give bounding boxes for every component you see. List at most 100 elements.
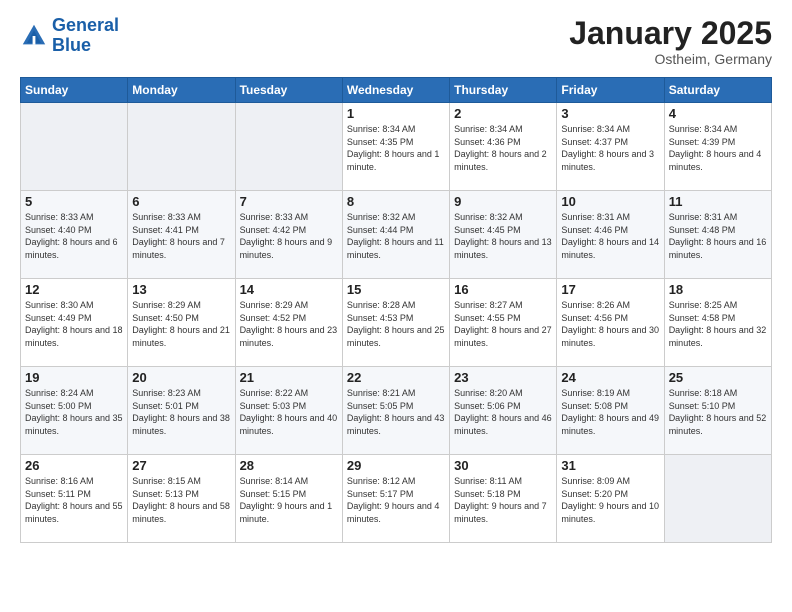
cell-4-1: 19 Sunrise: 8:24 AM Sunset: 5:00 PM Dayli… — [21, 367, 128, 455]
cell-text: Sunrise: 8:23 AM Sunset: 5:01 PM Dayligh… — [132, 387, 230, 437]
day-number: 17 — [561, 282, 659, 297]
cell-text: Sunrise: 8:22 AM Sunset: 5:03 PM Dayligh… — [240, 387, 338, 437]
day-number: 22 — [347, 370, 445, 385]
cell-3-4: 15 Sunrise: 8:28 AM Sunset: 4:53 PM Dayli… — [342, 279, 449, 367]
day-number: 5 — [25, 194, 123, 209]
cell-text: Sunrise: 8:29 AM Sunset: 4:50 PM Dayligh… — [132, 299, 230, 349]
cell-text: Sunrise: 8:12 AM Sunset: 5:17 PM Dayligh… — [347, 475, 445, 525]
weekday-thursday: Thursday — [450, 78, 557, 103]
cell-2-1: 5Sunrise: 8:33 AM Sunset: 4:40 PM Daylig… — [21, 191, 128, 279]
cell-2-7: 11Sunrise: 8:31 AM Sunset: 4:48 PM Dayli… — [664, 191, 771, 279]
day-number: 7 — [240, 194, 338, 209]
cell-1-4: 1 Sunrise: 8:34 AM Sunset: 4:35 PM Daylig… — [342, 103, 449, 191]
cell-4-7: 25Sunrise: 8:18 AM Sunset: 5:10 PM Dayli… — [664, 367, 771, 455]
weekday-saturday: Saturday — [664, 78, 771, 103]
header: General Blue January 2025 Ostheim, Germa… — [20, 16, 772, 67]
cell-2-2: 6 Sunrise: 8:33 AM Sunset: 4:41 PM Daylig… — [128, 191, 235, 279]
weekday-monday: Monday — [128, 78, 235, 103]
cell-text: Sunrise: 8:14 AM Sunset: 5:15 PM Dayligh… — [240, 475, 338, 525]
cell-text: Sunrise: 8:34 AM Sunset: 4:35 PM Dayligh… — [347, 123, 445, 173]
day-number: 4 — [669, 106, 767, 121]
day-number: 3 — [561, 106, 659, 121]
day-number: 26 — [25, 458, 123, 473]
cell-text: Sunrise: 8:31 AM Sunset: 4:46 PM Dayligh… — [561, 211, 659, 261]
cell-text: Sunrise: 8:31 AM Sunset: 4:48 PM Dayligh… — [669, 211, 767, 261]
day-number: 27 — [132, 458, 230, 473]
day-number: 6 — [132, 194, 230, 209]
calendar-body: 1 Sunrise: 8:34 AM Sunset: 4:35 PM Daylig… — [21, 103, 772, 543]
cell-5-2: 27 Sunrise: 8:15 AM Sunset: 5:13 PM Dayli… — [128, 455, 235, 543]
day-number: 25 — [669, 370, 767, 385]
week-row-3: 12Sunrise: 8:30 AM Sunset: 4:49 PM Dayli… — [21, 279, 772, 367]
cell-text: Sunrise: 8:33 AM Sunset: 4:41 PM Dayligh… — [132, 211, 230, 261]
cell-3-7: 18 Sunrise: 8:25 AM Sunset: 4:58 PM Dayli… — [664, 279, 771, 367]
day-number: 8 — [347, 194, 445, 209]
day-number: 30 — [454, 458, 552, 473]
logo: General Blue — [20, 16, 119, 56]
cell-text: Sunrise: 8:32 AM Sunset: 4:44 PM Dayligh… — [347, 211, 445, 261]
weekday-friday: Friday — [557, 78, 664, 103]
page: General Blue January 2025 Ostheim, Germa… — [0, 0, 792, 612]
cell-text: Sunrise: 8:09 AM Sunset: 5:20 PM Dayligh… — [561, 475, 659, 525]
cell-text: Sunrise: 8:34 AM Sunset: 4:39 PM Dayligh… — [669, 123, 767, 173]
day-number: 16 — [454, 282, 552, 297]
cell-text: Sunrise: 8:16 AM Sunset: 5:11 PM Dayligh… — [25, 475, 123, 525]
day-number: 28 — [240, 458, 338, 473]
cell-2-6: 10 Sunrise: 8:31 AM Sunset: 4:46 PM Dayli… — [557, 191, 664, 279]
cell-1-5: 2Sunrise: 8:34 AM Sunset: 4:36 PM Daylig… — [450, 103, 557, 191]
logo-text: General Blue — [52, 16, 119, 56]
day-number: 15 — [347, 282, 445, 297]
day-number: 1 — [347, 106, 445, 121]
weekday-sunday: Sunday — [21, 78, 128, 103]
day-number: 10 — [561, 194, 659, 209]
cell-1-7: 4 Sunrise: 8:34 AM Sunset: 4:39 PM Daylig… — [664, 103, 771, 191]
cell-text: Sunrise: 8:34 AM Sunset: 4:37 PM Dayligh… — [561, 123, 659, 173]
cell-text: Sunrise: 8:19 AM Sunset: 5:08 PM Dayligh… — [561, 387, 659, 437]
cell-1-2 — [128, 103, 235, 191]
cell-4-6: 24Sunrise: 8:19 AM Sunset: 5:08 PM Dayli… — [557, 367, 664, 455]
cell-text: Sunrise: 8:21 AM Sunset: 5:05 PM Dayligh… — [347, 387, 445, 437]
cell-1-3 — [235, 103, 342, 191]
cell-4-5: 23 Sunrise: 8:20 AM Sunset: 5:06 PM Dayli… — [450, 367, 557, 455]
week-row-1: 1 Sunrise: 8:34 AM Sunset: 4:35 PM Daylig… — [21, 103, 772, 191]
week-row-2: 5Sunrise: 8:33 AM Sunset: 4:40 PM Daylig… — [21, 191, 772, 279]
day-number: 18 — [669, 282, 767, 297]
day-number: 19 — [25, 370, 123, 385]
logo-line1: General — [52, 16, 119, 36]
location: Ostheim, Germany — [569, 51, 772, 67]
day-number: 21 — [240, 370, 338, 385]
logo-line2: Blue — [52, 36, 119, 56]
day-number: 23 — [454, 370, 552, 385]
day-number: 31 — [561, 458, 659, 473]
cell-5-7 — [664, 455, 771, 543]
cell-4-4: 22 Sunrise: 8:21 AM Sunset: 5:05 PM Dayli… — [342, 367, 449, 455]
cell-text: Sunrise: 8:15 AM Sunset: 5:13 PM Dayligh… — [132, 475, 230, 525]
cell-text: Sunrise: 8:25 AM Sunset: 4:58 PM Dayligh… — [669, 299, 767, 349]
cell-5-6: 31 Sunrise: 8:09 AM Sunset: 5:20 PM Dayli… — [557, 455, 664, 543]
day-number: 14 — [240, 282, 338, 297]
cell-text: Sunrise: 8:27 AM Sunset: 4:55 PM Dayligh… — [454, 299, 552, 349]
cell-3-1: 12Sunrise: 8:30 AM Sunset: 4:49 PM Dayli… — [21, 279, 128, 367]
weekday-tuesday: Tuesday — [235, 78, 342, 103]
logo-icon — [20, 22, 48, 50]
weekday-header-row: SundayMondayTuesdayWednesdayThursdayFrid… — [21, 78, 772, 103]
cell-text: Sunrise: 8:29 AM Sunset: 4:52 PM Dayligh… — [240, 299, 338, 349]
cell-text: Sunrise: 8:20 AM Sunset: 5:06 PM Dayligh… — [454, 387, 552, 437]
cell-5-3: 28 Sunrise: 8:14 AM Sunset: 5:15 PM Dayli… — [235, 455, 342, 543]
cell-2-5: 9Sunrise: 8:32 AM Sunset: 4:45 PM Daylig… — [450, 191, 557, 279]
day-number: 2 — [454, 106, 552, 121]
day-number: 13 — [132, 282, 230, 297]
cell-text: Sunrise: 8:24 AM Sunset: 5:00 PM Dayligh… — [25, 387, 123, 437]
day-number: 29 — [347, 458, 445, 473]
cell-1-1 — [21, 103, 128, 191]
cell-text: Sunrise: 8:32 AM Sunset: 4:45 PM Dayligh… — [454, 211, 552, 261]
cell-2-3: 7Sunrise: 8:33 AM Sunset: 4:42 PM Daylig… — [235, 191, 342, 279]
cell-text: Sunrise: 8:11 AM Sunset: 5:18 PM Dayligh… — [454, 475, 552, 525]
cell-5-4: 29 Sunrise: 8:12 AM Sunset: 5:17 PM Dayli… — [342, 455, 449, 543]
cell-3-3: 14 Sunrise: 8:29 AM Sunset: 4:52 PM Dayli… — [235, 279, 342, 367]
month-title: January 2025 — [569, 16, 772, 51]
week-row-4: 19 Sunrise: 8:24 AM Sunset: 5:00 PM Dayli… — [21, 367, 772, 455]
cell-text: Sunrise: 8:28 AM Sunset: 4:53 PM Dayligh… — [347, 299, 445, 349]
cell-text: Sunrise: 8:30 AM Sunset: 4:49 PM Dayligh… — [25, 299, 123, 349]
cell-2-4: 8 Sunrise: 8:32 AM Sunset: 4:44 PM Daylig… — [342, 191, 449, 279]
